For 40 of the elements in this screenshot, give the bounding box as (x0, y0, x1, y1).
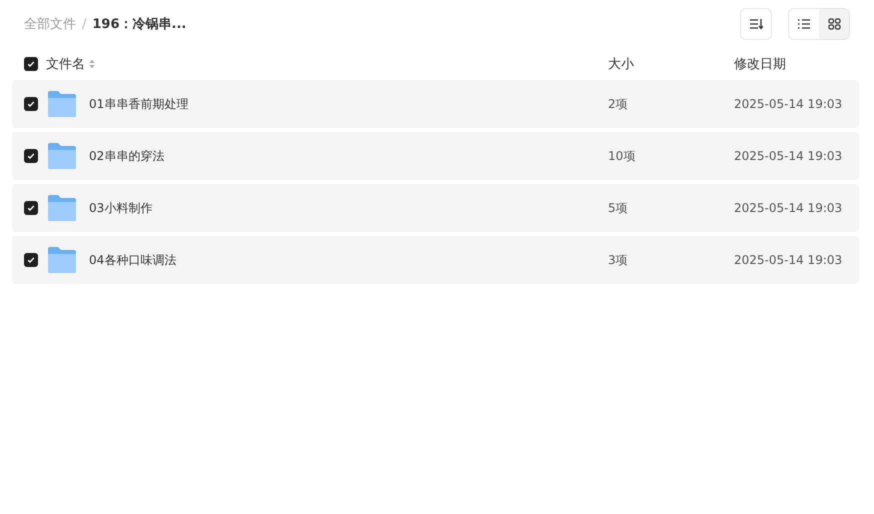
grid-icon (828, 18, 840, 30)
column-header[interactable]: 文件名 (46, 55, 85, 73)
folder-icon (47, 194, 77, 222)
folder-icon (47, 142, 77, 170)
folder-row[interactable]: 01串串香前期处理 2项 2025-05-14 19:03 (12, 80, 859, 128)
item-count: 3项 (608, 252, 629, 268)
modified-date: 2025-05-14 19:03 (734, 201, 844, 215)
folder-name[interactable]: 02串串的穿法 (89, 148, 164, 164)
folder-name[interactable]: 03小料制作 (89, 200, 152, 216)
list-icon (797, 18, 811, 30)
row-checkbox[interactable] (24, 253, 38, 267)
item-count: 5项 (608, 200, 629, 216)
checkmark-icon (27, 60, 35, 68)
folder-row[interactable]: 03小料制作 5项 2025-05-14 19:03 (12, 184, 859, 232)
folder-name[interactable]: 04各种口味调法 (89, 252, 176, 268)
sort-button[interactable] (740, 8, 772, 40)
folder-row[interactable]: 02串串的穿法 10项 2025-05-14 19:03 (12, 132, 859, 180)
row-checkbox[interactable] (24, 97, 38, 111)
select-all-checkbox[interactable] (24, 57, 38, 71)
modified-date: 2025-05-14 19:03 (734, 149, 844, 163)
row-checkbox[interactable] (24, 149, 38, 163)
checkmark-icon (27, 256, 35, 264)
sort-icon (749, 18, 763, 30)
column-header[interactable]: 修改日期 (734, 55, 859, 73)
row-checkbox[interactable] (24, 201, 38, 215)
modified-date: 2025-05-14 19:03 (734, 253, 844, 267)
folder-name[interactable]: 01串串香前期处理 (89, 96, 188, 112)
column-header[interactable]: 大小 (608, 55, 734, 73)
item-count: 10项 (608, 148, 636, 164)
checkmark-icon (27, 204, 35, 212)
checkmark-icon (27, 100, 35, 108)
list-view-button[interactable] (789, 9, 819, 39)
modified-date: 2025-05-14 19:03 (734, 97, 844, 111)
folder-icon (47, 246, 77, 274)
folder-row[interactable]: 04各种口味调法 3项 2025-05-14 19:03 (12, 236, 859, 284)
breadcrumb-separator: / (82, 16, 86, 32)
breadcrumb-item: 196：冷锅串... (92, 16, 186, 33)
folder-icon (47, 90, 77, 118)
checkmark-icon (27, 152, 35, 160)
item-count: 2项 (608, 96, 629, 112)
